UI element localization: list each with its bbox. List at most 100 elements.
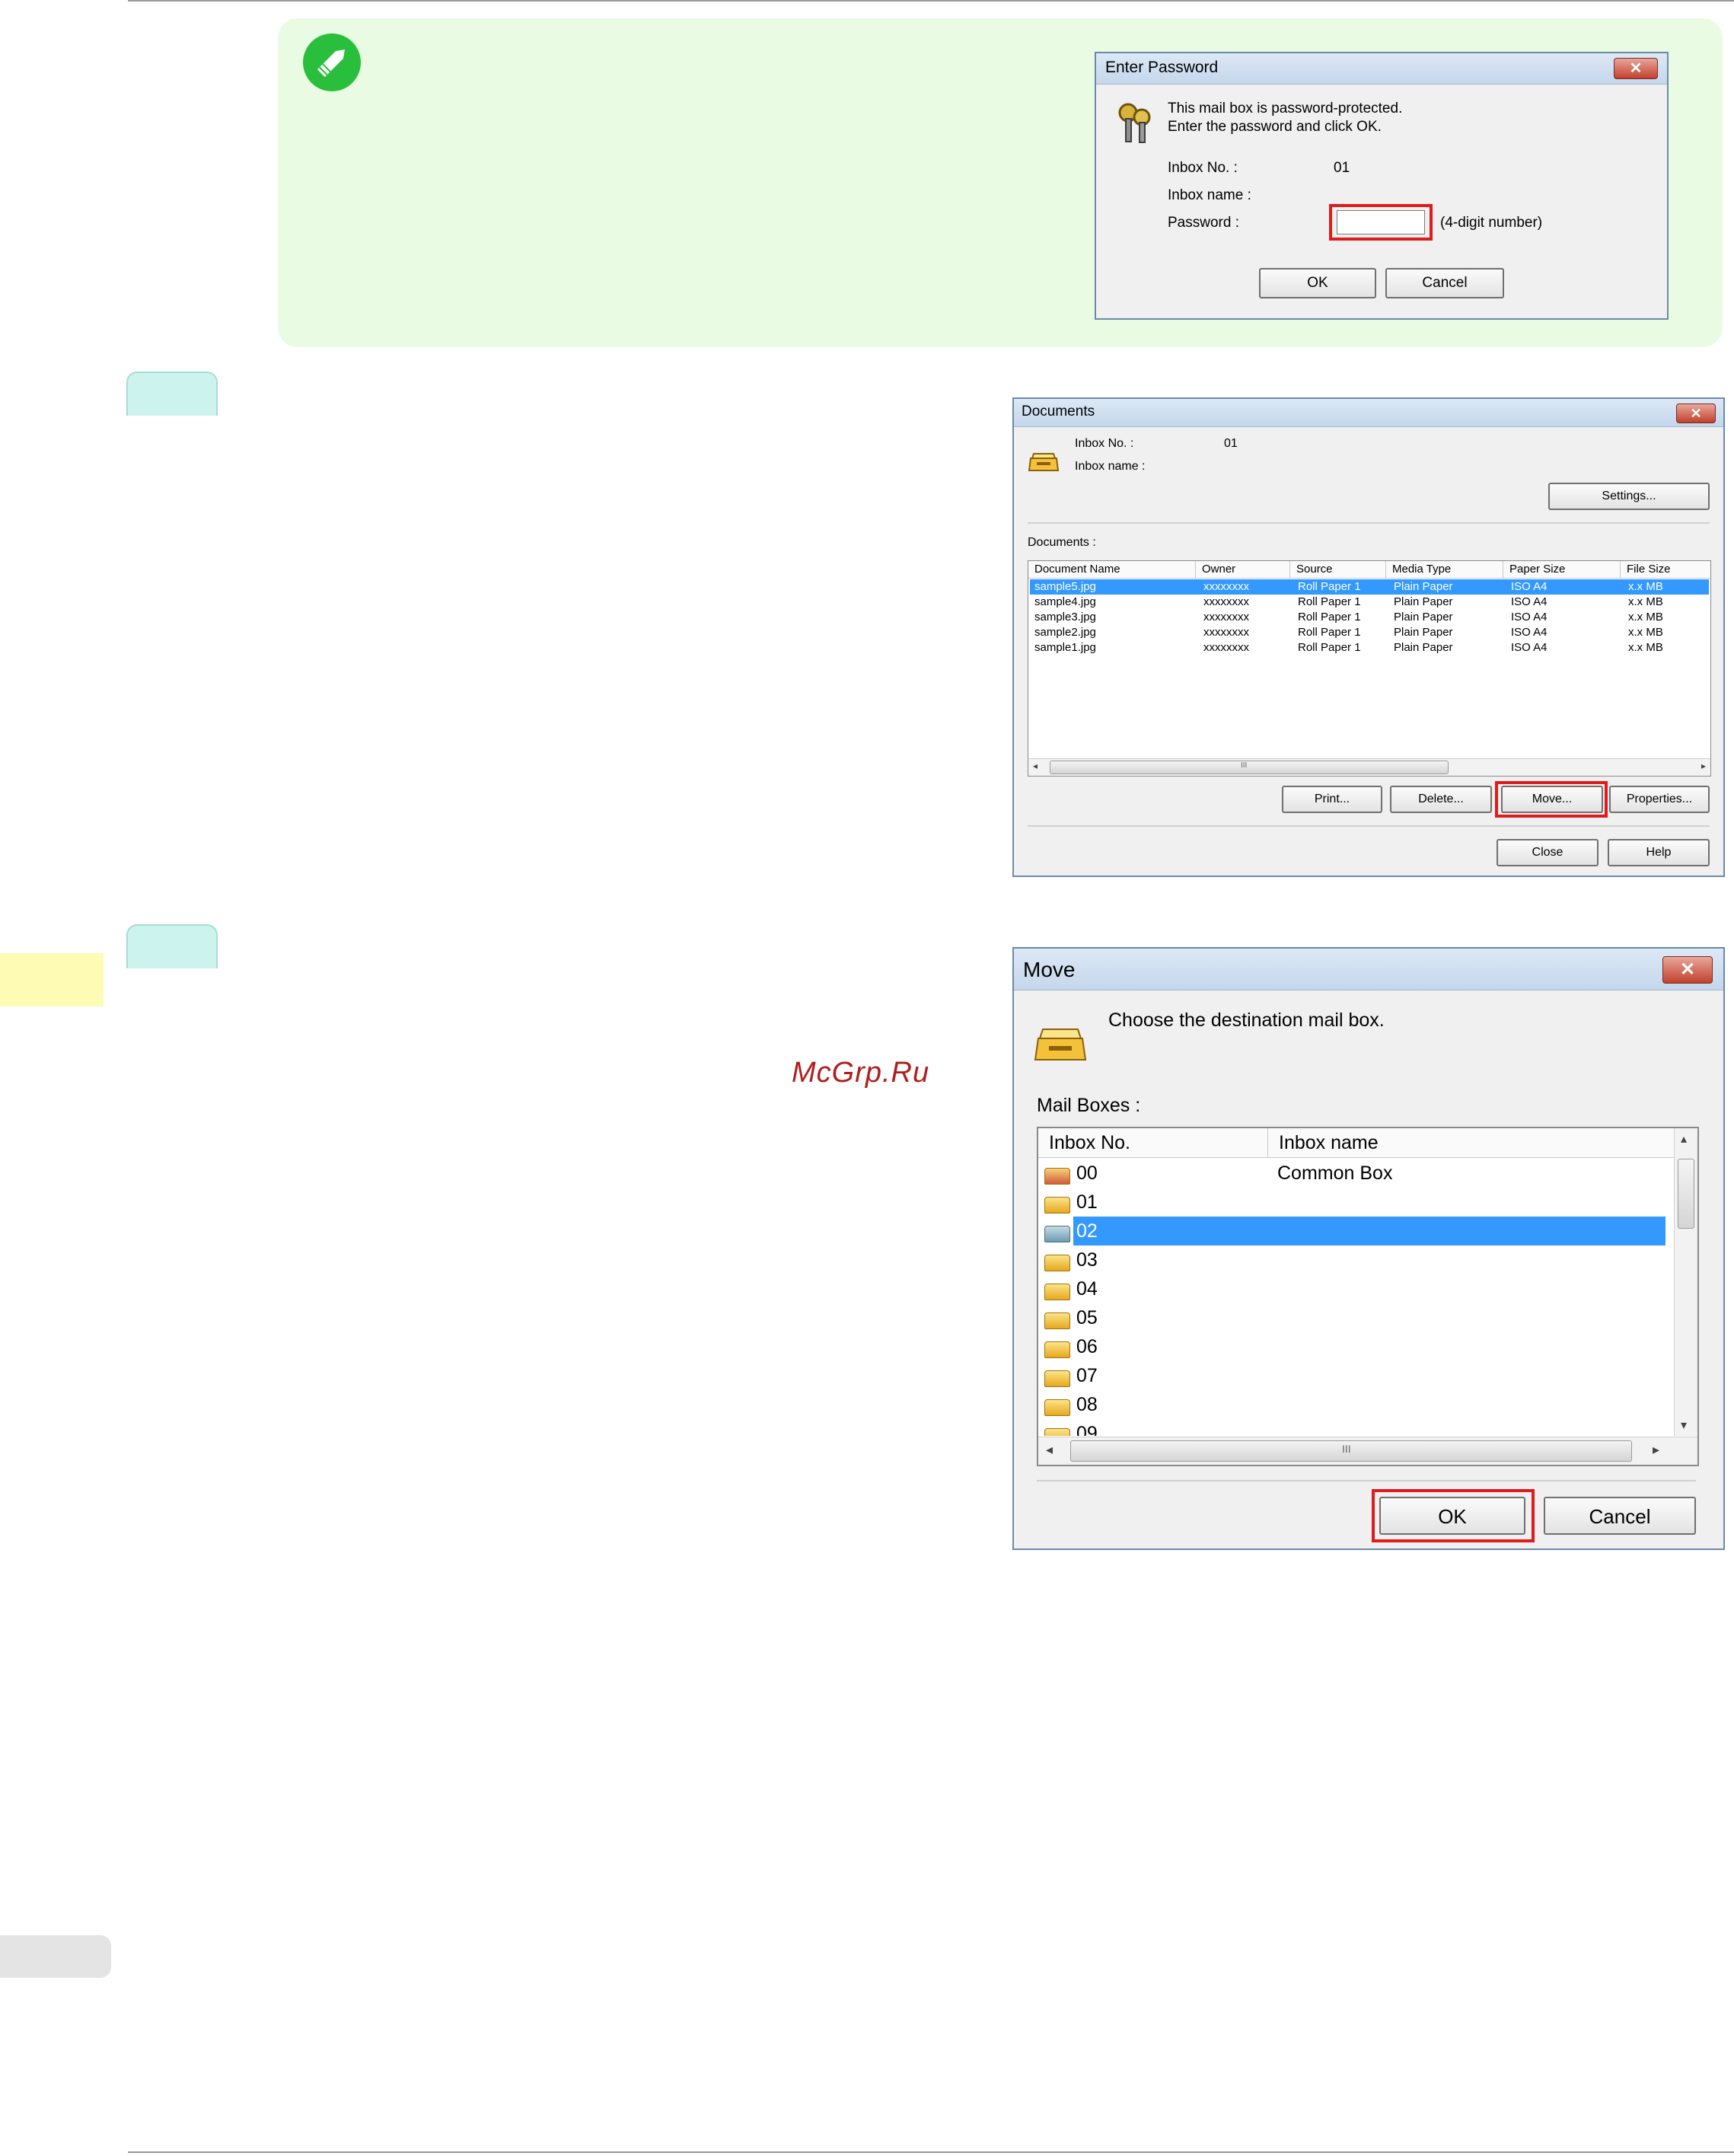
scrollbar-thumb[interactable]: III [1070, 1440, 1632, 1462]
owner: xxxxxxxx [1203, 641, 1249, 654]
list-item[interactable]: 08 [1040, 1390, 1665, 1419]
table-row[interactable]: sample4.jpg xxxxxxxx Roll Paper 1 Plain … [1030, 595, 1709, 610]
message-line-1: This mail box is password-protected. [1168, 100, 1403, 116]
ok-button[interactable]: OK [1259, 268, 1376, 298]
paper-size: ISO A4 [1511, 626, 1548, 639]
title-bar: Move ✕ [1014, 949, 1723, 990]
column-header[interactable]: Inbox name [1268, 1128, 1673, 1157]
common-inbox-icon [1044, 1168, 1070, 1185]
list-item[interactable]: 02 [1040, 1217, 1665, 1245]
note-pencil-icon [303, 33, 361, 91]
owner: xxxxxxxx [1203, 626, 1249, 639]
inbox-no: 01 [1076, 1191, 1098, 1213]
list-item[interactable]: 03 [1040, 1245, 1665, 1274]
document-name: sample1.jpg [1034, 641, 1096, 654]
document-name: sample2.jpg [1034, 626, 1096, 639]
message-line-2: Enter the password and click OK. [1168, 119, 1382, 135]
inbox-icon [1044, 1399, 1070, 1416]
column-header[interactable]: Source [1290, 561, 1386, 578]
keys-icon [1113, 99, 1159, 146]
page-side-tab [0, 1935, 111, 1978]
column-header[interactable]: Paper Size [1503, 561, 1621, 578]
media-type: Plain Paper [1394, 626, 1453, 639]
list-item[interactable]: 05 [1040, 1303, 1665, 1332]
list-item[interactable]: 04 [1040, 1274, 1665, 1303]
close-button[interactable]: Close [1497, 839, 1599, 866]
inbox-icon [1044, 1312, 1070, 1329]
inbox-no-value: 01 [1334, 160, 1350, 176]
inbox-name: Common Box [1277, 1163, 1393, 1184]
vertical-scrollbar[interactable]: ▴ ▾ [1674, 1128, 1697, 1436]
file-size: x.x MB [1628, 580, 1663, 593]
file-size: x.x MB [1628, 595, 1663, 608]
close-icon[interactable]: ✕ [1676, 403, 1716, 423]
scroll-left-icon[interactable]: ◂ [1033, 761, 1038, 771]
mail-boxes-list[interactable]: Inbox No. Inbox name 00 Common Box 01 02… [1037, 1127, 1699, 1466]
horizontal-scrollbar[interactable]: ◂ III ▸ [1028, 758, 1710, 776]
selection-highlight [1075, 1217, 1665, 1245]
column-header[interactable]: Media Type [1386, 561, 1503, 578]
documents-list[interactable]: Document Name Owner Source Media Type Pa… [1028, 560, 1711, 777]
scroll-right-icon[interactable]: ▸ [1653, 1442, 1659, 1458]
inbox-tray-icon [1028, 452, 1060, 472]
password-hint: (4-digit number) [1440, 215, 1543, 231]
table-row[interactable]: sample5.jpg xxxxxxxx Roll Paper 1 Plain … [1030, 579, 1709, 595]
inbox-icon [1044, 1370, 1070, 1387]
scrollbar-thumb[interactable] [1678, 1159, 1694, 1229]
source: Roll Paper 1 [1298, 641, 1361, 654]
list-item[interactable]: 06 [1040, 1332, 1665, 1361]
media-type: Plain Paper [1394, 641, 1453, 654]
print-button[interactable]: Print... [1282, 786, 1382, 813]
delete-button[interactable]: Delete... [1390, 786, 1492, 813]
move-button-highlight [1495, 781, 1608, 818]
list-item[interactable]: 01 [1040, 1188, 1665, 1217]
inbox-icon [1044, 1255, 1070, 1271]
column-header[interactable]: Inbox No. [1038, 1128, 1268, 1157]
horizontal-scrollbar[interactable]: ◂ III ▸ [1038, 1437, 1697, 1465]
cancel-button[interactable]: Cancel [1385, 268, 1504, 298]
media-type: Plain Paper [1394, 595, 1453, 608]
separator [1028, 825, 1710, 827]
documents-list-header: Document Name Owner Source Media Type Pa… [1028, 561, 1710, 579]
help-button[interactable]: Help [1608, 839, 1710, 866]
scroll-right-icon[interactable]: ▸ [1701, 761, 1706, 771]
scroll-grip: III [1342, 1443, 1351, 1455]
scroll-left-icon[interactable]: ◂ [1046, 1442, 1053, 1458]
document-name: sample4.jpg [1034, 595, 1096, 608]
inbox-no: 07 [1076, 1365, 1098, 1386]
column-header[interactable]: Document Name [1028, 561, 1196, 578]
move-dialog: Move ✕ Choose the destination mail box. … [1012, 947, 1725, 1550]
table-row[interactable]: sample2.jpg xxxxxxxx Roll Paper 1 Plain … [1030, 625, 1709, 640]
document-name: sample3.jpg [1034, 611, 1096, 624]
column-header[interactable]: File Size [1621, 561, 1710, 578]
file-size: x.x MB [1628, 611, 1663, 624]
inbox-icon [1044, 1284, 1070, 1300]
scroll-down-icon[interactable]: ▾ [1681, 1418, 1687, 1433]
inbox-icon [1044, 1197, 1070, 1214]
list-item[interactable]: 09 [1040, 1419, 1665, 1436]
scrollbar-thumb[interactable]: III [1050, 761, 1449, 774]
password-label: Password : [1168, 215, 1239, 231]
file-size: x.x MB [1628, 626, 1663, 639]
media-type: Plain Paper [1394, 611, 1453, 624]
settings-button[interactable]: Settings... [1548, 483, 1710, 510]
close-icon[interactable]: ✕ [1662, 956, 1713, 984]
cancel-button[interactable]: Cancel [1544, 1497, 1696, 1535]
close-icon[interactable]: ✕ [1614, 58, 1658, 79]
title-bar: Enter Password ✕ [1096, 53, 1667, 85]
list-item[interactable]: 00 Common Box [1040, 1159, 1665, 1188]
list-item[interactable]: 07 [1040, 1361, 1665, 1390]
column-header[interactable]: Owner [1196, 561, 1290, 578]
step-tab [126, 924, 218, 968]
table-row[interactable]: sample1.jpg xxxxxxxx Roll Paper 1 Plain … [1030, 640, 1709, 655]
properties-button[interactable]: Properties... [1609, 786, 1710, 813]
document-name: sample5.jpg [1034, 580, 1096, 593]
source: Roll Paper 1 [1298, 626, 1361, 639]
password-input-highlight [1329, 204, 1433, 241]
source: Roll Paper 1 [1298, 595, 1361, 608]
title-bar: Documents ✕ [1014, 399, 1723, 427]
inbox-name-label: Inbox name : [1075, 460, 1146, 473]
chapter-side-tab [0, 953, 104, 1006]
table-row[interactable]: sample3.jpg xxxxxxxx Roll Paper 1 Plain … [1030, 610, 1709, 625]
scroll-up-icon[interactable]: ▴ [1681, 1131, 1687, 1147]
